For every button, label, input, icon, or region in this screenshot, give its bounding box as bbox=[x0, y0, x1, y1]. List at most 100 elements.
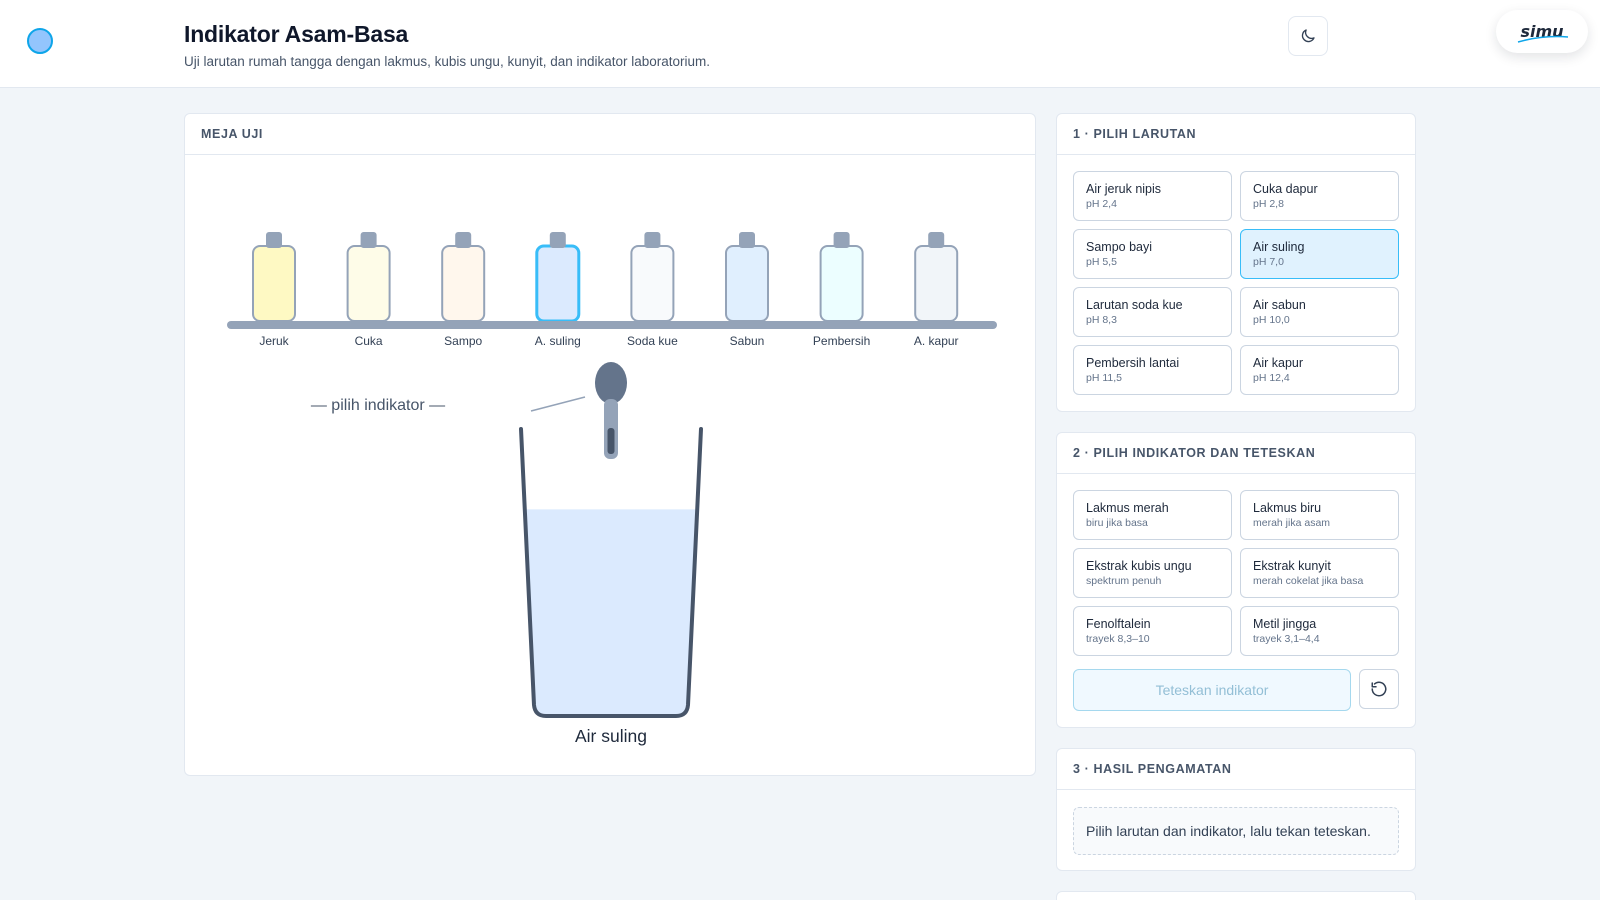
bottle[interactable] bbox=[441, 232, 486, 322]
bottle[interactable] bbox=[819, 232, 864, 322]
page-subtitle: Uji larutan rumah tangga dengan lakmus, … bbox=[184, 54, 711, 69]
beaker-liquid bbox=[526, 509, 696, 714]
indicator-option-label: Ekstrak kunyit bbox=[1253, 559, 1331, 573]
bottle-body bbox=[441, 245, 486, 322]
bottle-body bbox=[535, 244, 581, 323]
indicator-option-detail: merah jika asam bbox=[1253, 517, 1331, 529]
moon-icon bbox=[1301, 29, 1315, 43]
bottle-body bbox=[914, 245, 959, 322]
indicator-option[interactable]: Lakmus merah biru jika basa bbox=[1073, 490, 1232, 540]
solution-option-detail: pH 5,5 bbox=[1086, 256, 1117, 268]
solution-option-label: Air kapur bbox=[1253, 356, 1304, 370]
solution-option[interactable]: Sampo bayi pH 5,5 bbox=[1073, 229, 1232, 279]
indicator-options: Lakmus merah biru jika basa Lakmus biru mer… bbox=[1073, 490, 1399, 656]
bottle[interactable] bbox=[630, 232, 675, 322]
bottle[interactable] bbox=[252, 232, 296, 322]
indicator-option[interactable]: Ekstrak kubis ungu spektrum penuh bbox=[1073, 548, 1232, 598]
indicator-option[interactable]: Metil jingga trayek 3,1–4,4 bbox=[1240, 606, 1399, 656]
solution-option[interactable]: Cuka dapur pH 2,8 bbox=[1240, 171, 1399, 221]
bottle[interactable] bbox=[346, 232, 391, 322]
bottle-label: Jeruk bbox=[259, 334, 289, 348]
bottle-label: Sampo bbox=[444, 334, 482, 348]
solution-option-detail: pH 7,0 bbox=[1253, 256, 1284, 268]
solution-option-detail: pH 10,0 bbox=[1253, 314, 1290, 326]
solution-option[interactable]: Air kapur pH 12,4 bbox=[1240, 345, 1399, 395]
solution-option-label: Sampo bayi bbox=[1086, 240, 1153, 254]
reset-button[interactable] bbox=[1359, 669, 1399, 709]
solution-option[interactable]: Air sabun pH 10,0 bbox=[1240, 287, 1399, 337]
bottle-label: Soda kue bbox=[627, 334, 678, 348]
solution-options: Air jeruk nipis pH 2,4 Cuka dapur pH 2,8 Sam… bbox=[1073, 171, 1399, 395]
solution-option-label: Pembersih lantai bbox=[1086, 356, 1180, 370]
solution-option-detail: pH 12,4 bbox=[1253, 372, 1290, 384]
result-panel: 3 · HASIL PENGAMATAN Pilih larutan dan i… bbox=[1056, 748, 1416, 871]
bottle-cap bbox=[266, 232, 282, 248]
bottle-label: Cuka bbox=[355, 334, 383, 348]
bottle-cap bbox=[549, 232, 566, 248]
test-bench-heading: MEJA UJI bbox=[185, 114, 1035, 155]
indicator-hint: — pilih indikator — bbox=[311, 397, 445, 414]
status-dot bbox=[27, 28, 53, 54]
solution-panel-heading: 1 · PILIH LARUTAN bbox=[1057, 114, 1415, 155]
bottle-cap bbox=[833, 232, 850, 248]
bottle-body bbox=[346, 245, 391, 322]
indicator-option-detail: biru jika basa bbox=[1086, 517, 1148, 529]
beaker[interactable] bbox=[519, 427, 703, 718]
solution-option[interactable]: Air jeruk nipis pH 2,4 bbox=[1073, 171, 1232, 221]
bottle-cap bbox=[739, 232, 755, 248]
bottle[interactable] bbox=[725, 232, 769, 322]
bottle-cap bbox=[360, 232, 377, 248]
solution-option-detail: pH 2,4 bbox=[1086, 198, 1117, 210]
solution-option[interactable]: Air suling pH 7,0 bbox=[1240, 229, 1399, 279]
indicator-option-detail: spektrum penuh bbox=[1086, 575, 1162, 587]
indicator-panel-heading: 2 · PILIH INDIKATOR DAN TETESKAN bbox=[1057, 433, 1415, 474]
solution-option-label: Cuka dapur bbox=[1253, 182, 1318, 196]
bottle[interactable] bbox=[914, 232, 959, 322]
bottle-label: A. suling bbox=[535, 334, 581, 348]
indicator-option[interactable]: Fenolftalein trayek 8,3–10 bbox=[1073, 606, 1232, 656]
result-panel-heading: 3 · HASIL PENGAMATAN bbox=[1057, 749, 1415, 790]
bottle-body bbox=[725, 245, 769, 322]
indicator-option-label: Metil jingga bbox=[1253, 617, 1317, 631]
test-bench-panel: MEJA UJI Jeruk Cuka Sampo A. suling Soda kue… bbox=[184, 113, 1036, 776]
bottle-label: A. kapur bbox=[914, 334, 959, 348]
top-bar: Indikator Asam-Basa Uji larutan rumah ta… bbox=[0, 0, 1600, 88]
bottle-body bbox=[630, 245, 675, 322]
solution-option-label: Air jeruk nipis bbox=[1086, 182, 1162, 196]
reset-icon bbox=[1371, 681, 1387, 697]
solution-option[interactable]: Pembersih lantai pH 11,5 bbox=[1073, 345, 1232, 395]
solution-panel: 1 · PILIH LARUTAN Air jeruk nipis pH 2,4 C… bbox=[1056, 113, 1416, 412]
indicator-option-label: Lakmus merah bbox=[1086, 501, 1169, 515]
page-title: Indikator Asam-Basa bbox=[184, 21, 409, 47]
bottle-label: Pembersih bbox=[813, 334, 870, 348]
bottle-cap bbox=[928, 232, 945, 248]
bottle[interactable] bbox=[535, 232, 581, 323]
bottle-cap bbox=[644, 232, 661, 248]
indicator-option-detail: merah cokelat jika basa bbox=[1253, 575, 1364, 587]
dropper-window bbox=[607, 428, 615, 454]
solution-option-label: Air suling bbox=[1253, 240, 1305, 254]
solution-option[interactable]: Larutan soda kue pH 8,3 bbox=[1073, 287, 1232, 337]
indicator-option-label: Fenolftalein bbox=[1086, 617, 1151, 631]
theme-toggle-button[interactable] bbox=[1288, 16, 1328, 56]
bottle-body bbox=[252, 245, 296, 322]
test-bench-scene: Jeruk Cuka Sampo A. suling Soda kue Sabun Pemb… bbox=[227, 232, 997, 746]
result-message: Pilih larutan dan indikator, lalu tekan … bbox=[1073, 807, 1399, 855]
indicator-option[interactable]: Ekstrak kunyit merah cokelat jika basa bbox=[1240, 548, 1399, 598]
indicator-option[interactable]: Lakmus biru merah jika asam bbox=[1240, 490, 1399, 540]
beaker-label: Air suling bbox=[575, 726, 647, 746]
brand-logo[interactable]: simu bbox=[1496, 10, 1588, 53]
brand-swoosh-icon bbox=[1517, 35, 1569, 43]
dropper-pointer-line bbox=[530, 396, 586, 412]
bottle-body bbox=[819, 245, 864, 322]
bottle-cap bbox=[455, 232, 472, 248]
solution-option-detail: pH 8,3 bbox=[1086, 314, 1117, 326]
indicator-panel: 2 · PILIH INDIKATOR DAN TETESKAN Lakmus … bbox=[1056, 432, 1416, 728]
next-panel bbox=[1056, 891, 1416, 900]
drip-indicator-button[interactable]: Teteskan indikator bbox=[1073, 669, 1351, 711]
dropper[interactable] bbox=[595, 362, 627, 459]
solution-option-detail: pH 11,5 bbox=[1086, 372, 1122, 384]
indicator-option-detail: trayek 3,1–4,4 bbox=[1253, 633, 1320, 645]
indicator-option-detail: trayek 8,3–10 bbox=[1086, 633, 1150, 645]
solution-option-detail: pH 2,8 bbox=[1253, 198, 1284, 210]
